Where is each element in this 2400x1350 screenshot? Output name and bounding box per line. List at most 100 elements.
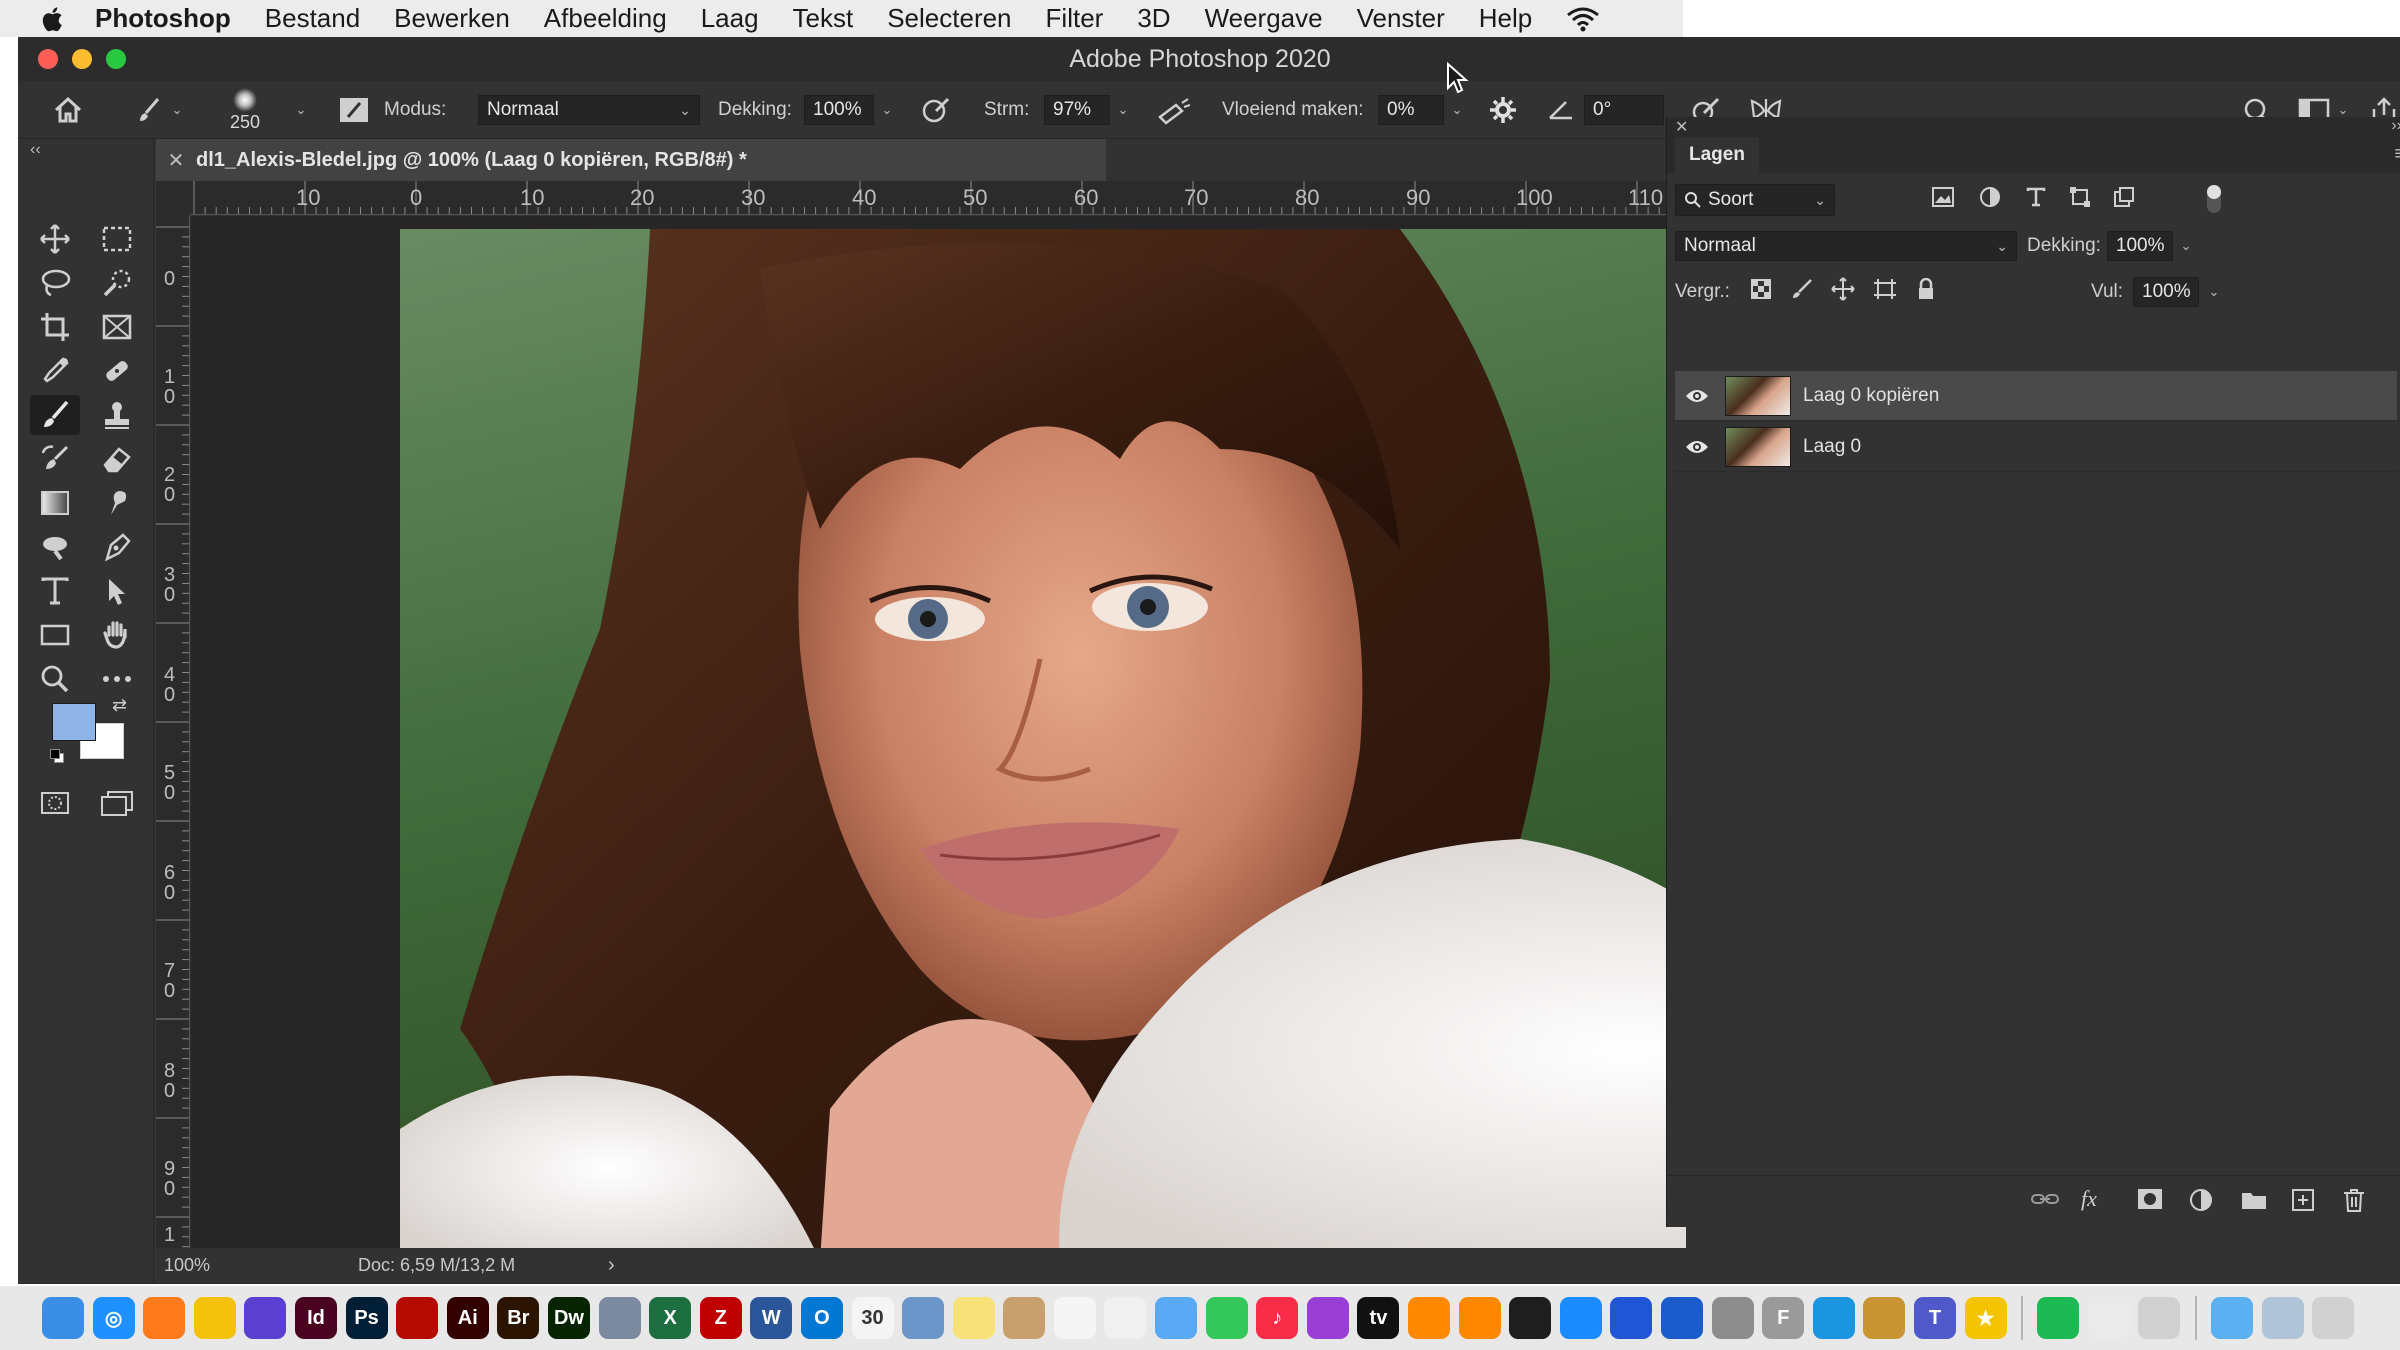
document-tab[interactable]: ✕ dl1_Alexis-Bledel.jpg @ 100% (Laag 0 k… [156,139,1106,181]
menu-selecteren[interactable]: Selecteren [870,3,1028,34]
new-layer-icon[interactable] [2291,1188,2315,1217]
filter-smart-objects-icon[interactable] [2113,186,2135,214]
dock-word-icon[interactable]: W [750,1297,793,1339]
zoom-tool[interactable] [30,659,80,699]
menu-bestand[interactable]: Bestand [248,3,377,34]
dock-font-book-icon[interactable]: F [1762,1297,1805,1339]
history-brush-tool[interactable] [30,439,80,479]
foreground-color-swatch[interactable] [52,703,96,741]
blend-mode-dropdown[interactable]: Normaal ⌄ [1675,231,2017,261]
type-tool[interactable] [30,571,80,611]
dock-dreamweaver-icon[interactable]: Dw [547,1297,590,1339]
dock-siri-icon[interactable] [244,1297,287,1339]
panel-menu-icon[interactable]: ≡ [2394,143,2400,166]
dock-teams-icon[interactable]: T [1913,1297,1956,1339]
lock-transparent-pixels-icon[interactable] [1751,279,1771,305]
horizontal-ruler[interactable]: 10 0 10 20 30 40 50 60 70 80 90 100 110 [190,181,1686,215]
layer-opacity-input[interactable]: 100% [2106,231,2173,261]
collapse-panel-icon[interactable]: ›› [2391,117,2400,135]
dock-music-icon[interactable]: ♪ [1256,1297,1299,1339]
dock-acrobat-icon[interactable] [396,1297,439,1339]
brush-settings-panel-toggle[interactable] [338,81,370,139]
layers-tab[interactable]: Lagen [1675,137,1759,173]
ruler-origin[interactable] [156,181,190,215]
move-tool[interactable] [30,219,80,259]
opacity-input[interactable]: 100% [804,95,874,125]
menu-help[interactable]: Help [1462,3,1549,34]
mode-dropdown[interactable]: Normaal ⌄ [478,95,700,125]
filter-shape-layers-icon[interactable] [2069,186,2091,214]
dock-reeder-icon[interactable]: ★ [1964,1297,2007,1339]
menu-3d[interactable]: 3D [1120,3,1187,34]
clone-stamp-tool[interactable] [92,395,142,435]
dock-reminders-icon[interactable] [1053,1297,1096,1339]
screen-mode-button[interactable] [92,783,142,823]
airbrush-button[interactable] [1156,81,1192,139]
menu-app-photoshop[interactable]: Photoshop [78,3,248,34]
dodge-tool[interactable] [30,527,80,567]
lock-all-icon[interactable] [1917,277,1935,306]
lock-artboard-icon[interactable] [1873,278,1897,306]
angle-input[interactable]: 0° [1584,95,1664,125]
dock-vlc-icon[interactable] [1458,1297,1501,1339]
dock-finder-icon[interactable] [42,1297,84,1339]
dock-notebook-icon[interactable] [1863,1297,1906,1339]
dock-terminal-icon[interactable] [1509,1297,1552,1339]
flow-input[interactable]: 97% [1044,95,1110,125]
dock-trash-icon[interactable] [2312,1297,2355,1339]
vertical-ruler[interactable]: 0 1 0 2 0 3 0 4 0 5 0 6 0 7 0 8 0 9 0 1 [156,215,190,1248]
apple-icon[interactable] [26,0,78,37]
link-layers-icon[interactable] [2031,1190,2059,1213]
filter-pixel-layers-icon[interactable] [1931,186,1955,214]
document-canvas[interactable] [191,216,1686,1248]
gradient-tool[interactable] [30,483,80,523]
status-menu-chevron-icon[interactable]: › [608,1254,615,1277]
menu-weergave[interactable]: Weergave [1188,3,1340,34]
menu-tekst[interactable]: Tekst [776,3,871,34]
brush-tool[interactable] [30,395,80,435]
menu-bewerken[interactable]: Bewerken [377,3,527,34]
eraser-tool[interactable] [92,439,142,479]
layer-row[interactable]: Laag 0 kopiëren [1675,371,2397,421]
dock-textedit-icon[interactable] [2087,1297,2130,1339]
layer-filter-dropdown[interactable]: Soort ⌄ [1675,184,1835,216]
fill-input[interactable]: 100% [2133,277,2199,307]
menu-afbeelding[interactable]: Afbeelding [527,3,684,34]
dock-bridge-icon[interactable]: Br [497,1297,540,1339]
smoothing-options-button[interactable] [1488,81,1518,139]
pressure-opacity-button[interactable] [920,81,954,139]
quick-selection-tool[interactable] [92,263,142,303]
brush-size-chevron-icon[interactable]: ⌄ [288,95,314,125]
dock-screenshot-icon[interactable] [2138,1297,2181,1339]
dock-downloads-icon[interactable] [2261,1297,2304,1339]
more-tools-button[interactable] [92,659,142,699]
new-adjustment-layer-icon[interactable] [2189,1188,2213,1217]
dock-mailplane-icon[interactable] [1610,1297,1653,1339]
dock-notes-icon[interactable] [952,1297,995,1339]
flow-chevron-icon[interactable]: ⌄ [1110,95,1136,125]
filter-toggle-switch[interactable] [2207,185,2221,213]
close-document-icon[interactable]: ✕ [156,148,196,173]
dock-preview-icon[interactable] [902,1297,945,1339]
brush-size-picker[interactable]: 250 [230,81,260,139]
opacity-chevron-icon[interactable]: ⌄ [874,95,900,125]
layer-row[interactable]: Laag 0 [1675,422,2397,472]
pen-tool[interactable] [92,527,142,567]
dock-books-icon[interactable] [1408,1297,1451,1339]
quick-mask-button[interactable] [30,783,80,823]
path-selection-tool[interactable] [92,571,142,611]
brush-tool-preset-button[interactable]: ⌄ [134,81,190,139]
close-panel-icon[interactable]: ✕ [1675,117,1688,137]
dock-photos-icon[interactable] [1104,1297,1147,1339]
dock-messages-alt-icon[interactable] [1155,1297,1198,1339]
dock-indesign-icon[interactable]: Id [294,1297,337,1339]
default-colors-icon[interactable] [50,749,64,763]
menu-venster[interactable]: Venster [1340,3,1462,34]
dock-spotify-icon[interactable] [2037,1297,2080,1339]
dock-filezilla-icon[interactable]: Z [699,1297,742,1339]
collapse-panel-icon[interactable]: ‹‹ [30,141,41,159]
healing-brush-tool[interactable] [92,351,142,391]
menu-laag[interactable]: Laag [684,3,776,34]
layer-opacity-chevron-icon[interactable]: ⌄ [2173,231,2199,261]
portrait-photo[interactable] [400,229,1686,1248]
